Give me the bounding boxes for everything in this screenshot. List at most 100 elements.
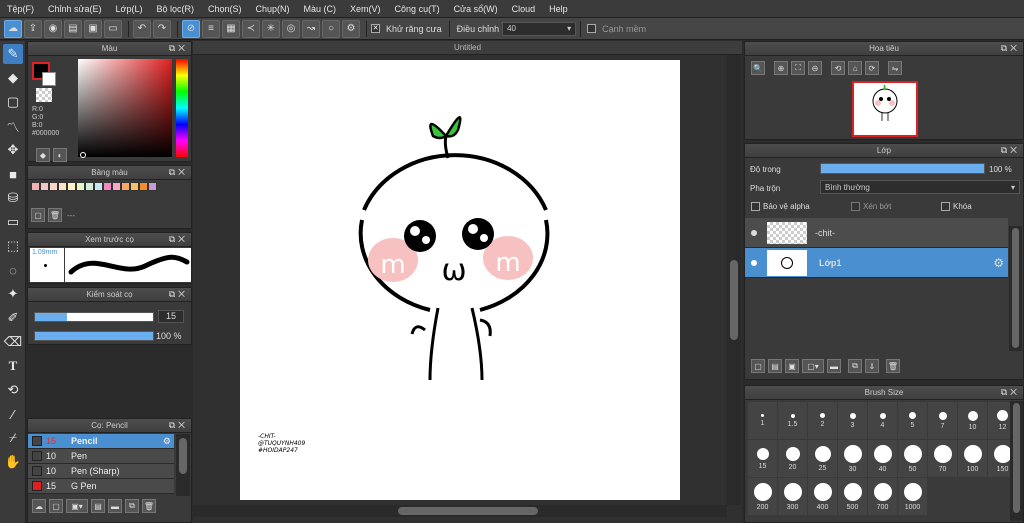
import-brush-icon[interactable]: ▤ xyxy=(91,499,105,513)
brush-item-pen[interactable]: 10 Pen xyxy=(28,449,174,464)
eyedropper-tool-icon[interactable]: ⁄ xyxy=(3,404,23,424)
hand-tool-icon[interactable]: ✋ xyxy=(3,452,23,472)
brush-size-cell[interactable]: 4 xyxy=(868,402,898,440)
add-layer-menu-icon[interactable]: ▢▾ xyxy=(802,359,824,373)
brush-size-cell[interactable]: 1 xyxy=(748,402,778,440)
scrollbar-thumb[interactable] xyxy=(1012,228,1019,348)
fill-rect-tool-icon[interactable]: ■ xyxy=(3,164,23,184)
settings-snap-icon[interactable]: ⚙ xyxy=(342,19,360,38)
menu-color[interactable]: Màu (C) xyxy=(297,4,344,14)
palette-swatch[interactable] xyxy=(49,182,58,191)
brush-size-cell[interactable]: 3 xyxy=(838,402,868,440)
brush-size-cell[interactable]: 10 xyxy=(958,402,988,440)
brush-size-cell[interactable]: 7 xyxy=(928,402,958,440)
menu-edit[interactable]: Chỉnh sửa(E) xyxy=(41,4,109,14)
panel-controls-icon[interactable]: ⧉✕ xyxy=(169,43,188,54)
redo-icon[interactable]: ↷ xyxy=(153,19,171,38)
panel-controls-icon[interactable]: ⧉✕ xyxy=(1001,145,1020,156)
gradient-tool-icon[interactable]: ▭ xyxy=(3,212,23,232)
brush-item-pencil[interactable]: 15 Pencil ⚙ xyxy=(28,434,174,449)
brush-size-cell[interactable]: 40 xyxy=(868,440,898,478)
blend-mode-dropdown[interactable]: Bình thường ▾ xyxy=(820,180,1020,194)
color-swap-icon[interactable]: ◐ xyxy=(53,148,67,162)
panel-controls-icon[interactable]: ⧉✕ xyxy=(1001,387,1020,398)
palette-swatch[interactable] xyxy=(85,182,94,191)
protect-alpha-checkbox[interactable] xyxy=(751,202,760,211)
zoom-fit-icon[interactable]: ⛶ xyxy=(791,61,805,75)
menu-filter[interactable]: Bộ lọc(R) xyxy=(149,4,201,14)
brush-cloud-icon[interactable]: ☁ xyxy=(32,499,46,513)
palette-swatch[interactable] xyxy=(130,182,139,191)
brush-size-cell[interactable]: 70 xyxy=(928,440,958,478)
brush-size-cell[interactable]: 100 xyxy=(958,440,988,478)
scrollbar-thumb[interactable] xyxy=(398,507,538,515)
brush-size-cell[interactable]: 1.5 xyxy=(778,402,808,440)
palette-swatch[interactable] xyxy=(121,182,130,191)
reset-view-icon[interactable]: ⌂ xyxy=(848,61,862,75)
perspective-snap-icon[interactable]: ≺ xyxy=(242,19,260,38)
gear-icon[interactable]: ⚙ xyxy=(163,436,171,447)
color-field-cursor[interactable] xyxy=(80,152,86,158)
chat-icon[interactable]: ◉ xyxy=(44,19,62,38)
color-picker-icon[interactable]: ◆ xyxy=(36,148,50,162)
palette-swatch[interactable] xyxy=(67,182,76,191)
eye-icon[interactable] xyxy=(751,229,757,236)
menu-view[interactable]: Xem(V) xyxy=(343,4,388,14)
canvas-horizontal-scrollbar[interactable] xyxy=(193,505,727,517)
brush-item-gpen[interactable]: 15 G Pen xyxy=(28,479,174,494)
layer-item-layer1[interactable]: Lớp1 ⚙ xyxy=(745,248,1008,278)
cloud-icon[interactable]: ☁ xyxy=(4,19,22,38)
brush-size-cell[interactable]: 15 xyxy=(748,440,778,478)
magic-wand-tool-icon[interactable]: ✦ xyxy=(3,284,23,304)
document-icon[interactable]: ▤ xyxy=(64,19,82,38)
brush-list-scrollbar[interactable] xyxy=(176,434,190,496)
panel-controls-icon[interactable]: ⧉✕ xyxy=(169,167,188,178)
panel-controls-icon[interactable]: ⧉✕ xyxy=(169,289,188,300)
folder-icon[interactable]: ▬ xyxy=(108,499,122,513)
brush-size-cell[interactable]: 1000 xyxy=(898,478,928,516)
color-saturation-field[interactable] xyxy=(78,59,172,157)
menu-help[interactable]: Help xyxy=(542,4,575,14)
new-brush-icon[interactable]: ▢ xyxy=(49,499,63,513)
page-icon[interactable]: ▭ xyxy=(104,19,122,38)
eraser-tool-icon[interactable]: ◆ xyxy=(3,68,23,88)
palette-swatch[interactable] xyxy=(103,182,112,191)
duplicate-icon[interactable]: ⧉ xyxy=(125,499,139,513)
new-halftone-layer-icon[interactable]: ▤ xyxy=(768,359,782,373)
select-rect-tool-icon[interactable]: ▢ xyxy=(3,92,23,112)
move-tool-icon[interactable]: ✥ xyxy=(3,140,23,160)
lasso-tool-icon[interactable]: ◌ xyxy=(3,260,23,280)
menu-capture[interactable]: Chụp(N) xyxy=(249,4,297,14)
palette-swatch[interactable] xyxy=(31,182,40,191)
brush-size-cell[interactable]: 400 xyxy=(808,478,838,516)
lock-checkbox[interactable] xyxy=(941,202,950,211)
flip-icon[interactable]: ⇋ xyxy=(888,61,902,75)
brush-size-cell[interactable]: 200 xyxy=(748,478,778,516)
zoom-actual-icon[interactable]: 🔍 xyxy=(751,61,765,75)
eye-icon[interactable] xyxy=(751,259,757,266)
delete-brush-icon[interactable]: 🗑 xyxy=(142,499,156,513)
no-snap-icon[interactable]: ⊘ xyxy=(182,19,200,38)
select-eraser-tool-icon[interactable]: ⌫ xyxy=(3,332,23,352)
brush-tool-icon[interactable]: ✎ xyxy=(3,44,23,64)
antialias-checkbox[interactable]: ✕ xyxy=(371,24,380,33)
brush-size-value[interactable]: 15 xyxy=(158,310,184,323)
menu-window[interactable]: Cửa sổ(W) xyxy=(447,4,505,14)
palette-swatch[interactable] xyxy=(58,182,67,191)
menu-tools[interactable]: Công cụ(T) xyxy=(388,4,447,14)
brush-stroke-tool-icon[interactable]: 〽 xyxy=(3,116,23,136)
brush-size-scrollbar[interactable] xyxy=(1010,401,1023,521)
concentric-snap-icon[interactable]: ◎ xyxy=(282,19,300,38)
new-palette-icon[interactable]: ▢ xyxy=(31,208,45,222)
add-brush-icon[interactable]: ▣▾ xyxy=(66,499,88,513)
brush-size-cell[interactable]: 5 xyxy=(898,402,928,440)
bucket-tool-icon[interactable]: ⛁ xyxy=(3,188,23,208)
operation-tool-icon[interactable]: ⟲ xyxy=(3,380,23,400)
menu-select[interactable]: Chọn(S) xyxy=(201,4,249,14)
clipping-checkbox[interactable] xyxy=(851,202,860,211)
delete-palette-icon[interactable]: 🗑 xyxy=(48,208,62,222)
brush-size-cell[interactable]: 300 xyxy=(778,478,808,516)
palette-swatch[interactable] xyxy=(112,182,121,191)
brush-opacity-slider[interactable] xyxy=(34,331,154,341)
document-canvas[interactable]: m m ω -CHIT- @TUQUYNH409 #HOIDAP247 xyxy=(240,60,680,500)
